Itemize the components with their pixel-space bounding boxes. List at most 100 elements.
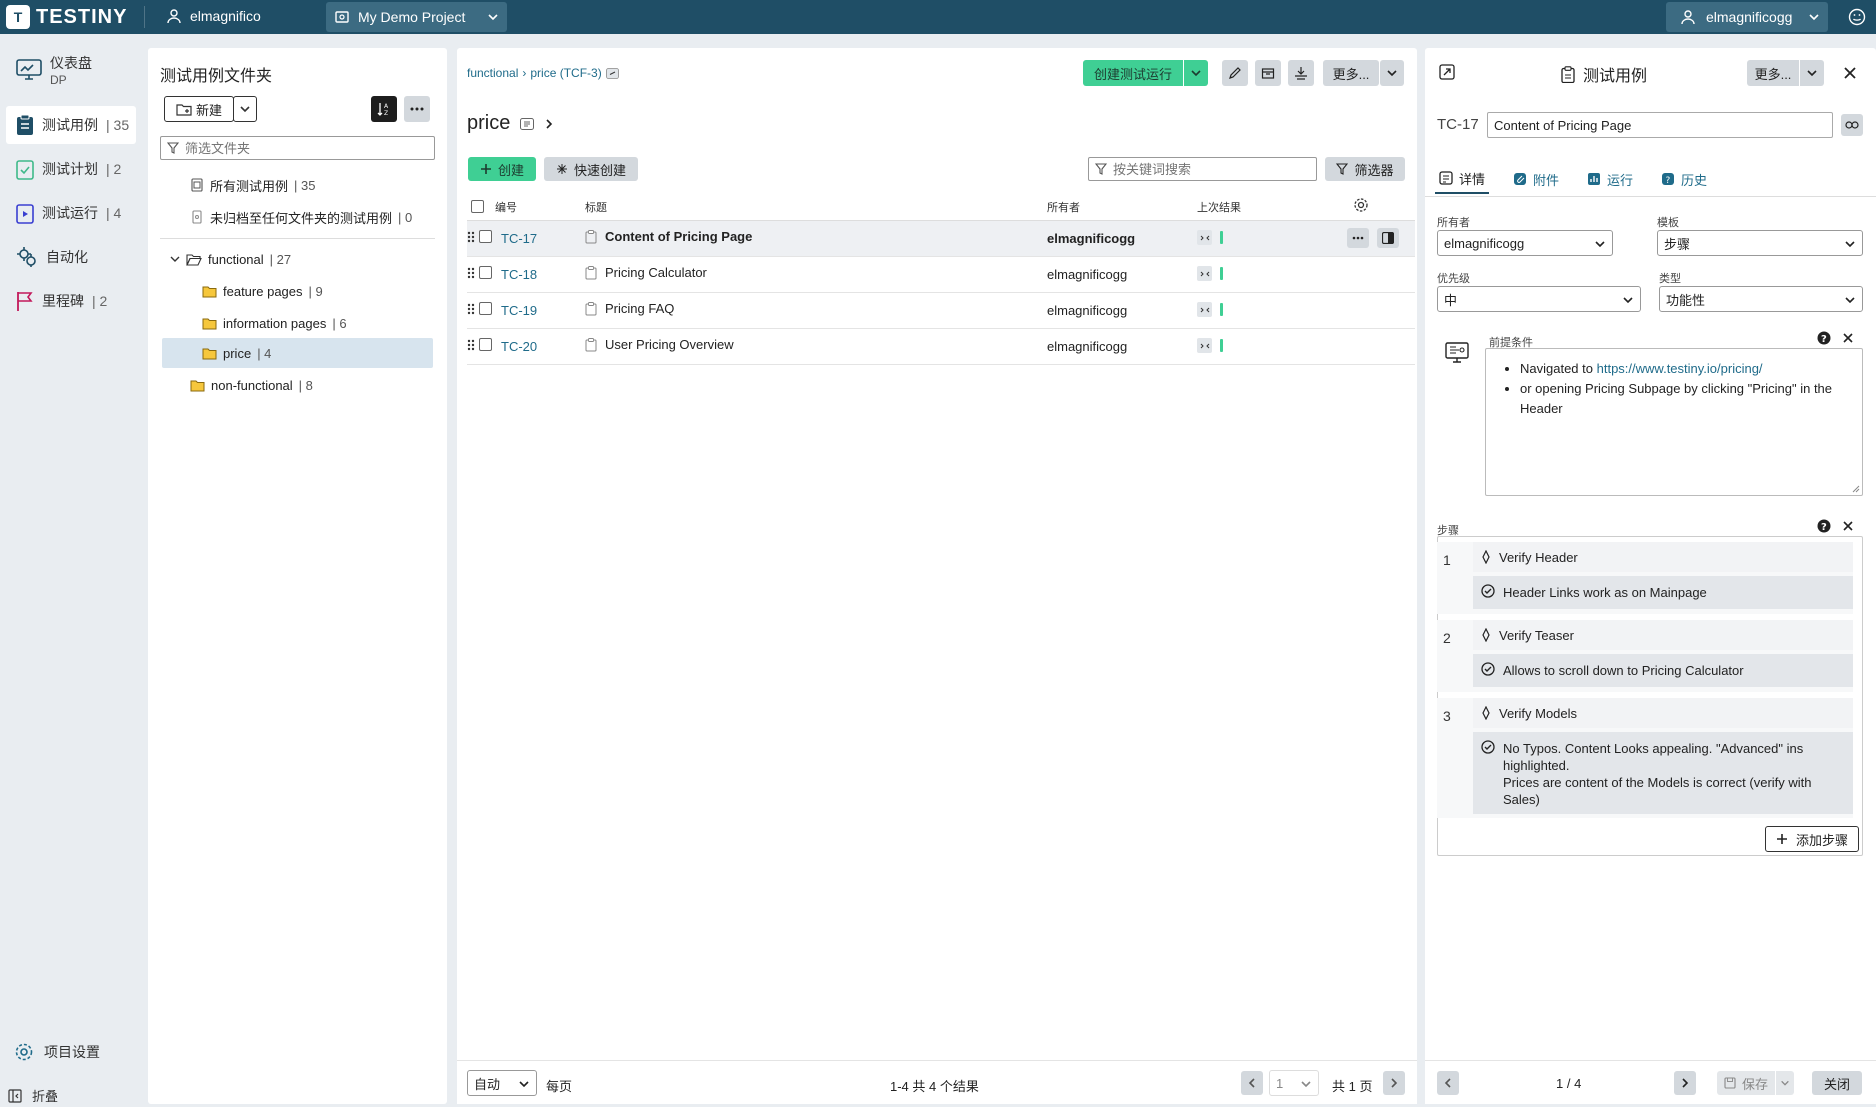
next-case-button[interactable] bbox=[1674, 1071, 1696, 1095]
row-open-panel-button[interactable] bbox=[1377, 228, 1399, 248]
priority-select[interactable]: 中 bbox=[1437, 286, 1641, 312]
folder-filter-input[interactable] bbox=[185, 140, 399, 156]
folder-price[interactable]: price | 4 bbox=[162, 338, 433, 368]
chevron-down-icon[interactable] bbox=[170, 254, 180, 264]
folder-information-pages[interactable]: information pages | 6 bbox=[202, 308, 347, 338]
user-menu[interactable]: elmagnificogg bbox=[1666, 2, 1828, 32]
folder-unfiled-cases[interactable]: 未归档至任何文件夹的测试用例 | 0 bbox=[190, 202, 412, 232]
owner-select[interactable]: elmagnificogg bbox=[1437, 230, 1613, 256]
table-row[interactable]: TC-20 User Pricing Overview elmagnificog… bbox=[467, 328, 1415, 365]
more-dropdown[interactable] bbox=[1380, 60, 1404, 86]
row-title[interactable]: Pricing FAQ bbox=[605, 301, 674, 316]
add-step-button[interactable]: 添加步骤 bbox=[1765, 826, 1859, 852]
nav-test-plans[interactable]: 测试计划 | 2 bbox=[6, 150, 136, 188]
create-test-run-button[interactable]: 创建测试运行 bbox=[1083, 60, 1183, 86]
new-folder-dropdown[interactable] bbox=[233, 96, 257, 122]
quick-create-button[interactable]: 快速创建 bbox=[544, 157, 638, 181]
folder-functional[interactable]: functional | 27 bbox=[170, 244, 291, 274]
expand-icon[interactable] bbox=[1439, 64, 1455, 80]
preconditions-editor[interactable]: Navigated to https://www.testiny.io/pric… bbox=[1485, 348, 1863, 496]
link-icon[interactable] bbox=[605, 67, 619, 79]
folder-non-functional[interactable]: non-functional | 8 bbox=[190, 370, 313, 400]
detail-more-dropdown[interactable] bbox=[1800, 60, 1824, 86]
row-id[interactable]: TC-19 bbox=[501, 303, 537, 318]
import-button[interactable] bbox=[1288, 60, 1314, 86]
sort-button[interactable]: AZ bbox=[371, 96, 397, 122]
row-title[interactable]: User Pricing Overview bbox=[605, 337, 734, 352]
template-select[interactable]: 步骤 bbox=[1657, 230, 1863, 256]
folder-filter-field[interactable] bbox=[160, 136, 435, 160]
nav-test-cases[interactable]: 测试用例 | 35 bbox=[6, 106, 136, 144]
row-more-button[interactable] bbox=[1347, 228, 1369, 248]
step-action[interactable]: Verify Models bbox=[1473, 698, 1853, 728]
row-checkbox[interactable] bbox=[479, 230, 492, 244]
chevron-right-icon[interactable] bbox=[544, 118, 554, 130]
tab-details[interactable]: 详情 bbox=[1435, 164, 1490, 194]
nav-collapse[interactable]: 折叠 bbox=[8, 1086, 58, 1105]
nav-test-runs[interactable]: 测试运行 | 4 bbox=[6, 194, 136, 232]
breadcrumb-parent[interactable]: functional bbox=[467, 66, 518, 80]
drag-handle-icon[interactable] bbox=[467, 303, 475, 315]
per-page-select[interactable]: 自动 bbox=[467, 1070, 537, 1096]
row-id[interactable]: TC-20 bbox=[501, 339, 537, 354]
tab-attachments[interactable]: 附件 bbox=[1509, 164, 1563, 194]
tab-history[interactable]: ? 历史 bbox=[1657, 164, 1711, 194]
row-checkbox[interactable] bbox=[479, 302, 492, 316]
help-icon[interactable]: ? bbox=[1817, 519, 1831, 533]
row-id[interactable]: TC-18 bbox=[501, 267, 537, 282]
resize-handle-icon[interactable] bbox=[1852, 485, 1860, 493]
prev-case-button[interactable] bbox=[1437, 1071, 1459, 1095]
detail-more-button[interactable]: 更多... bbox=[1747, 60, 1799, 86]
row-title[interactable]: Pricing Calculator bbox=[605, 265, 707, 280]
create-button[interactable]: 创建 bbox=[468, 157, 536, 181]
row-checkbox[interactable] bbox=[479, 266, 492, 280]
step-action[interactable]: Verify Teaser bbox=[1473, 620, 1853, 650]
folders-more-button[interactable] bbox=[404, 96, 430, 122]
breadcrumb-current[interactable]: price (TCF-3) bbox=[530, 66, 601, 80]
table-row[interactable]: TC-18 Pricing Calculator elmagnificogg bbox=[467, 256, 1415, 293]
folder-all-cases[interactable]: 所有测试用例 | 35 bbox=[190, 170, 315, 200]
step-expected[interactable]: Header Links work as on Mainpage bbox=[1473, 576, 1853, 609]
row-checkbox[interactable] bbox=[479, 338, 492, 352]
nav-project-settings[interactable]: 项目设置 bbox=[14, 1042, 100, 1062]
close-button[interactable]: 关闭 bbox=[1812, 1071, 1862, 1095]
drag-handle-icon[interactable] bbox=[467, 231, 475, 243]
col-title[interactable]: 标题 bbox=[585, 194, 1047, 221]
drag-handle-icon[interactable] bbox=[467, 267, 475, 279]
help-icon[interactable]: ? bbox=[1817, 331, 1831, 345]
edit-button[interactable] bbox=[1222, 60, 1248, 86]
nav-automation[interactable]: 自动化 bbox=[6, 238, 136, 276]
save-button[interactable]: 保存 bbox=[1717, 1071, 1775, 1095]
precond-1-link[interactable]: https://www.testiny.io/pricing/ bbox=[1597, 361, 1763, 376]
page-select[interactable]: 1 bbox=[1269, 1070, 1319, 1096]
tab-runs[interactable]: 运行 bbox=[1583, 164, 1637, 194]
column-settings-gear-icon[interactable] bbox=[1353, 197, 1369, 213]
close-icon[interactable] bbox=[1843, 521, 1853, 531]
copy-link-button[interactable] bbox=[1841, 114, 1863, 136]
keyword-search-input[interactable] bbox=[1113, 161, 1290, 177]
info-icon[interactable] bbox=[520, 117, 535, 130]
export-button[interactable] bbox=[1255, 60, 1281, 86]
drag-handle-icon[interactable] bbox=[467, 339, 475, 351]
close-icon[interactable] bbox=[1843, 333, 1853, 343]
nav-milestones[interactable]: 里程碑 | 2 bbox=[6, 282, 136, 320]
step-expected[interactable]: Allows to scroll down to Pricing Calcula… bbox=[1473, 654, 1853, 687]
prev-page-button[interactable] bbox=[1241, 1071, 1263, 1095]
folder-feature-pages[interactable]: feature pages | 9 bbox=[202, 276, 323, 306]
new-folder-button[interactable]: 新建 bbox=[164, 96, 234, 122]
row-title[interactable]: Content of Pricing Page bbox=[605, 229, 752, 244]
close-icon[interactable] bbox=[1843, 66, 1857, 80]
save-dropdown[interactable] bbox=[1776, 1071, 1794, 1095]
col-owner[interactable]: 所有者 bbox=[1047, 194, 1197, 221]
type-select[interactable]: 功能性 bbox=[1659, 286, 1863, 312]
nav-dashboard[interactable]: 仪表盘 DP bbox=[6, 48, 136, 92]
keyword-search-field[interactable] bbox=[1088, 157, 1317, 181]
filter-button[interactable]: 筛选器 bbox=[1325, 157, 1405, 181]
feedback-smile-icon[interactable] bbox=[1848, 8, 1866, 26]
table-row[interactable]: TC-17 Content of Pricing Page elmagnific… bbox=[467, 220, 1415, 257]
col-id[interactable]: 编号 bbox=[495, 194, 585, 221]
row-id[interactable]: TC-17 bbox=[501, 231, 537, 246]
tc-title-field[interactable]: Content of Pricing Page bbox=[1487, 112, 1833, 138]
create-test-run-dropdown[interactable] bbox=[1184, 60, 1208, 86]
table-row[interactable]: TC-19 Pricing FAQ elmagnificogg bbox=[467, 292, 1415, 329]
